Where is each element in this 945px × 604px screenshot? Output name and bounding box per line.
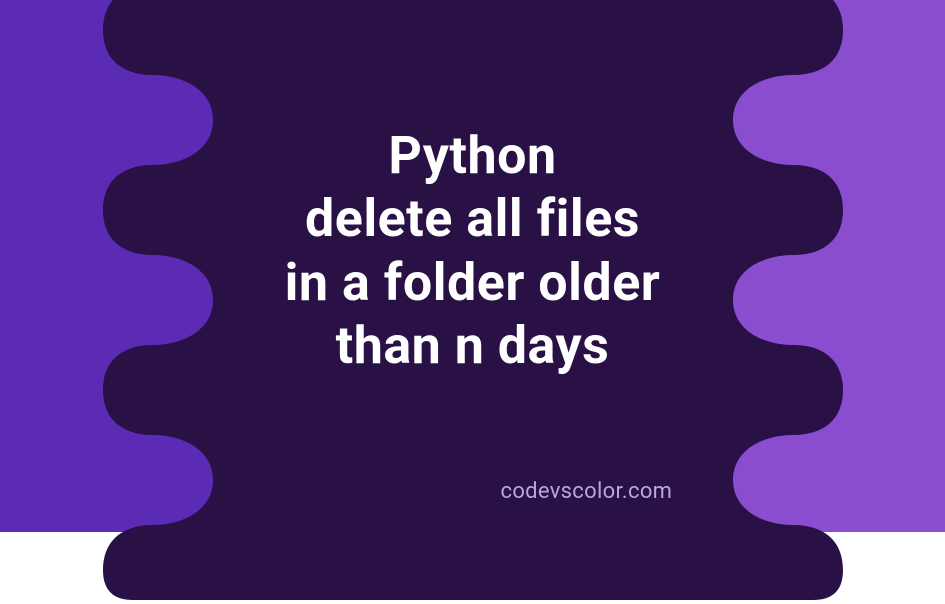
title-block: Python delete all files in a folder olde… bbox=[173, 124, 773, 378]
title-line-1: Python bbox=[173, 124, 773, 187]
title-line-3: in a folder older bbox=[173, 251, 773, 314]
banner-canvas: Python delete all files in a folder olde… bbox=[0, 0, 945, 532]
footer-credit: codevscolor.com bbox=[501, 479, 673, 504]
title-line-4: than n days bbox=[173, 314, 773, 377]
title-line-2: delete all files bbox=[173, 187, 773, 250]
